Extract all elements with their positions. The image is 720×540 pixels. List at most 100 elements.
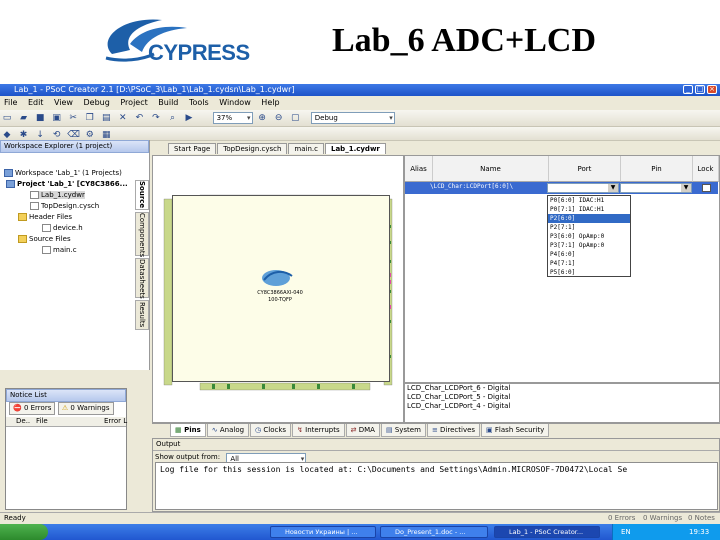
minimize-button[interactable]: _ bbox=[683, 85, 693, 94]
tab-topdesign[interactable]: TopDesign.cysch bbox=[217, 143, 288, 154]
close-button[interactable]: × bbox=[707, 85, 717, 94]
menu-view[interactable]: View bbox=[50, 97, 77, 108]
system-tray: EN 19:33 bbox=[612, 524, 720, 540]
zoom-combo[interactable]: 37% bbox=[212, 112, 253, 124]
tab-main-c[interactable]: main.c bbox=[288, 143, 324, 154]
col-alias[interactable]: Alias bbox=[405, 156, 433, 182]
port-dropdown-arrow-icon[interactable]: ▼ bbox=[608, 184, 618, 192]
zoom-fit-icon[interactable]: ▢ bbox=[289, 112, 301, 124]
undo-icon[interactable]: ↶ bbox=[133, 112, 145, 124]
pin-dropdown-arrow-icon[interactable]: ▼ bbox=[681, 184, 691, 192]
folder-icon bbox=[18, 235, 27, 243]
tree-source-files[interactable]: Source Files bbox=[18, 235, 71, 243]
port-dropdown-list[interactable]: P0[6:0] IDAC:H1 P0[7:1] IDAC:H1 P2[6:0] … bbox=[547, 195, 631, 277]
col-pin[interactable]: Pin bbox=[621, 156, 693, 182]
tab-start-page[interactable]: Start Page bbox=[168, 143, 217, 154]
tree-device-h[interactable]: device.h bbox=[42, 224, 83, 232]
lock-checkbox[interactable] bbox=[702, 184, 711, 192]
chip-package[interactable] bbox=[172, 195, 390, 382]
tree-cydwr[interactable]: Lab_1.cydwr bbox=[30, 191, 85, 199]
col-error-line[interactable]: Error L bbox=[104, 417, 127, 425]
language-indicator[interactable]: EN bbox=[621, 524, 631, 540]
tab-system[interactable]: ▤ System bbox=[380, 424, 426, 437]
menu-file[interactable]: File bbox=[0, 97, 21, 108]
col-name[interactable]: Name bbox=[433, 156, 549, 182]
maximize-button[interactable]: □ bbox=[695, 85, 705, 94]
port-option[interactable]: P4[6:0] bbox=[548, 250, 630, 259]
tab-directives[interactable]: ≡ Directives bbox=[426, 424, 481, 437]
tab-components[interactable]: Components bbox=[135, 212, 149, 257]
save-all-icon[interactable]: ▣ bbox=[51, 112, 63, 124]
port-option[interactable]: P5[6:0] bbox=[548, 268, 630, 277]
tree-project-label: Project 'Lab_1' [CY8C3866... bbox=[17, 180, 128, 188]
port-option[interactable]: P4[7:1] bbox=[548, 259, 630, 268]
warnings-filter-button[interactable]: ⚠ 0 Warnings bbox=[57, 402, 114, 415]
col-file[interactable]: File bbox=[36, 417, 48, 425]
menu-build[interactable]: Build bbox=[154, 97, 182, 108]
output-log[interactable]: Log file for this session is located at:… bbox=[155, 462, 718, 510]
redo-icon[interactable]: ↷ bbox=[150, 112, 162, 124]
tree-header-label: Header Files bbox=[29, 213, 73, 221]
port-option[interactable]: P0[7:1] IDAC:H1 bbox=[548, 205, 630, 214]
taskbar-item-word[interactable]: Do_Present_1.doc - ... bbox=[380, 526, 488, 538]
net-item[interactable]: LCD_Char_LCDPort_5 - Digital bbox=[405, 393, 719, 402]
col-lock[interactable]: Lock bbox=[693, 156, 719, 182]
open-folder-icon[interactable]: ▰ bbox=[18, 112, 30, 124]
start-button[interactable] bbox=[0, 524, 48, 540]
new-file-icon[interactable]: ▭ bbox=[1, 112, 13, 124]
build-config-combo[interactable]: Debug bbox=[310, 112, 395, 124]
taskbar-item-browser[interactable]: Новости Украины | ... bbox=[270, 526, 376, 538]
schematic-file-icon bbox=[30, 202, 39, 210]
taskbar-item-psoc[interactable]: Lab_1 - PSoC Creator... bbox=[494, 526, 600, 538]
tree-project[interactable]: Project 'Lab_1' [CY8C3866... bbox=[6, 180, 128, 188]
zoom-in-icon[interactable]: ⊕ bbox=[256, 112, 268, 124]
menu-project[interactable]: Project bbox=[116, 97, 151, 108]
tree-workspace[interactable]: Workspace 'Lab_1' (1 Projects) bbox=[4, 169, 122, 177]
tree-main-c[interactable]: main.c bbox=[42, 246, 77, 254]
tab-datasheets[interactable]: Datasheets bbox=[135, 258, 149, 299]
menu-tools[interactable]: Tools bbox=[185, 97, 213, 108]
build-icon[interactable]: ▶ bbox=[183, 112, 195, 124]
net-item[interactable]: LCD_Char_LCDPort_6 - Digital bbox=[405, 384, 719, 393]
tab-pins[interactable]: ▦ Pins bbox=[170, 424, 206, 437]
cut-icon[interactable]: ✂ bbox=[67, 112, 79, 124]
tree-header-files[interactable]: Header Files bbox=[18, 213, 72, 221]
port-option[interactable]: P3[7:1] OpAmp:0 bbox=[548, 241, 630, 250]
col-port[interactable]: Port bbox=[549, 156, 621, 182]
net-item[interactable]: LCD_Char_LCDPort_4 - Digital bbox=[405, 402, 719, 411]
tab-source[interactable]: Source bbox=[135, 180, 149, 210]
directives-icon: ≡ bbox=[431, 426, 438, 434]
tab-flash-security[interactable]: ▣ Flash Security bbox=[481, 424, 550, 437]
port-option[interactable]: P3[6:0] OpAmp:0 bbox=[548, 232, 630, 241]
tab-lab1-cydwr[interactable]: Lab_1.cydwr bbox=[325, 143, 386, 154]
errors-filter-button[interactable]: ⛔ 0 Errors bbox=[9, 402, 56, 415]
tab-clocks-label: Clocks bbox=[263, 426, 287, 434]
delete-icon[interactable]: ✕ bbox=[117, 112, 129, 124]
port-option-selected[interactable]: P2[6:0] bbox=[548, 214, 630, 223]
col-description[interactable]: De.. bbox=[16, 417, 30, 425]
tab-results[interactable]: Results bbox=[135, 300, 149, 330]
tab-analog[interactable]: ∿ Analog bbox=[206, 424, 250, 437]
menu-debug[interactable]: Debug bbox=[80, 97, 114, 108]
tab-system-label: System bbox=[394, 426, 421, 434]
workspace-icon bbox=[4, 169, 13, 177]
find-icon[interactable]: ⌕ bbox=[166, 112, 178, 124]
menu-help[interactable]: Help bbox=[257, 97, 283, 108]
paste-icon[interactable]: ▤ bbox=[100, 112, 112, 124]
zoom-out-icon[interactable]: ⊖ bbox=[273, 112, 285, 124]
tab-clocks[interactable]: ◷ Clocks bbox=[250, 424, 292, 437]
resource-tabs: ▦ Pins ∿ Analog ◷ Clocks ↯ Interrupts ⇄ DMA ▤… bbox=[152, 423, 720, 437]
chip-package-label: 100-TQFP bbox=[268, 297, 292, 303]
copy-icon[interactable]: ❐ bbox=[84, 112, 96, 124]
port-option[interactable]: P2[7:1] bbox=[548, 223, 630, 232]
window-titlebar: Lab_1 - PSoC Creator 2.1 [D:\PSoC_3\Lab_… bbox=[0, 84, 720, 96]
tab-dma[interactable]: ⇄ DMA bbox=[345, 424, 380, 437]
tab-interrupts[interactable]: ↯ Interrupts bbox=[292, 424, 345, 437]
menu-window[interactable]: Window bbox=[215, 97, 255, 108]
save-icon[interactable]: ■ bbox=[34, 112, 46, 124]
menu-edit[interactable]: Edit bbox=[24, 97, 48, 108]
toolbar-secondary: ◆ ✱ ↓ ⟲ ⌫ ⚙ ▦ bbox=[0, 127, 720, 141]
tree-topdesign[interactable]: TopDesign.cysch bbox=[30, 202, 99, 210]
show-output-label: Show output from: bbox=[155, 453, 221, 461]
port-option[interactable]: P0[6:0] IDAC:H1 bbox=[548, 196, 630, 205]
